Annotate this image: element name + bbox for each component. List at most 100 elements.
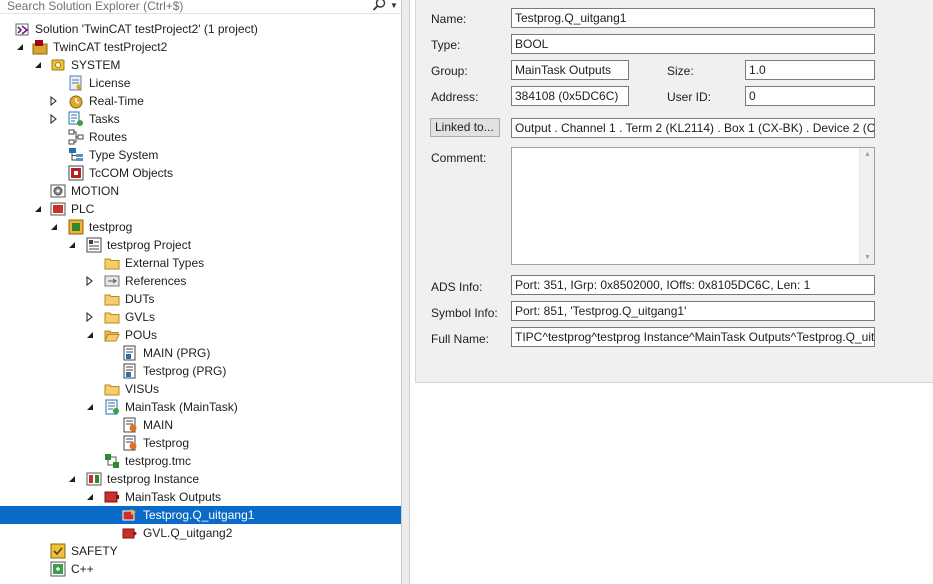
user-id-field[interactable]: 0	[745, 86, 875, 106]
tree-item-label: TwinCAT testProject2	[53, 40, 168, 54]
tree-item-testprog[interactable]: testprog	[0, 218, 401, 236]
tree-item-task-main[interactable]: MAIN	[0, 416, 401, 434]
linked-to-field[interactable]: Output . Channel 1 . Term 2 (KL2114) . B…	[511, 118, 875, 138]
type-system-icon	[69, 148, 83, 161]
ads-info-label: ADS Info:	[431, 280, 483, 294]
tree-item-maintask[interactable]: MainTask (MainTask)	[0, 398, 401, 416]
comment-scrollbar[interactable]: ▲ ▼	[859, 148, 874, 264]
scroll-up-icon[interactable]: ▲	[864, 151, 871, 158]
tree-item-label: C++	[71, 562, 94, 576]
tree-item-task-testprog[interactable]: Testprog	[0, 434, 401, 452]
tmc-icon	[105, 454, 119, 468]
tree-item-duts[interactable]: DUTs	[0, 290, 401, 308]
twincat-project-icon	[32, 40, 48, 55]
scroll-down-icon[interactable]: ▼	[864, 254, 871, 261]
tree-item-visus[interactable]: VISUs	[0, 380, 401, 398]
group-field[interactable]: MainTask Outputs	[511, 60, 629, 80]
address-label: Address:	[431, 90, 479, 104]
search-options-dropdown-icon[interactable]: ▼	[390, 1, 398, 10]
symbol-info-label: Symbol Info:	[431, 306, 498, 320]
tree-item-license[interactable]: License	[0, 74, 401, 92]
tree-item-motion[interactable]: MOTION	[0, 182, 401, 200]
tree-item-references[interactable]: References	[0, 272, 401, 290]
tree-item-type-system[interactable]: Type System	[0, 146, 401, 164]
tree-item-realtime[interactable]: Real-Time	[0, 92, 401, 110]
output-variable-icon	[122, 528, 137, 539]
tree-item-gvls[interactable]: GVLs	[0, 308, 401, 326]
tree-item-label: MainTask Outputs	[125, 490, 222, 504]
expanded-arrow-icon[interactable]	[49, 222, 59, 232]
expanded-arrow-icon[interactable]	[33, 60, 43, 70]
tree-item-system[interactable]: SYSTEM	[0, 56, 401, 74]
tree-item-safety[interactable]: SAFETY	[0, 542, 401, 560]
symbol-info-field[interactable]: Port: 851, 'Testprog.Q_uitgang1'	[511, 301, 875, 321]
ads-info-field[interactable]: Port: 351, IGrp: 0x8502000, IOffs: 0x810…	[511, 275, 875, 295]
tree-item-testprog-instance[interactable]: testprog Instance	[0, 470, 401, 488]
plc-project-icon	[68, 219, 84, 235]
address-field[interactable]: 384108 (0x5DC6C)	[511, 86, 629, 106]
tree-item-label: GVL.Q_uitgang2	[143, 526, 233, 540]
tree-item-tccom-objects[interactable]: TcCOM Objects	[0, 164, 401, 182]
expanded-arrow-icon[interactable]	[67, 240, 77, 250]
tree-item-routes[interactable]: Routes	[0, 128, 401, 146]
tree-item-twincat-project[interactable]: TwinCAT testProject2	[0, 38, 401, 56]
size-field[interactable]: 1.0	[745, 60, 875, 80]
tree-item-label: MainTask (MainTask)	[125, 400, 238, 414]
tree-item-label: Solution 'TwinCAT testProject2' (1 proje…	[35, 22, 258, 36]
tree-item-label: TcCOM Objects	[89, 166, 174, 180]
tree-item-testprog-project[interactable]: testprog Project	[0, 236, 401, 254]
name-field[interactable]: Testprog.Q_uitgang1	[511, 8, 875, 28]
tree-item-tmc[interactable]: testprog.tmc	[0, 452, 401, 470]
collapsed-arrow-icon[interactable]	[85, 276, 95, 286]
size-label: Size:	[667, 64, 694, 78]
expanded-arrow-icon[interactable]	[85, 402, 95, 412]
solution-icon	[15, 23, 29, 36]
tree-item-cpp[interactable]: C++	[0, 560, 401, 578]
expanded-arrow-icon[interactable]	[15, 42, 25, 52]
tree-item-label: Testprog (PRG)	[143, 364, 227, 378]
motion-icon	[50, 184, 66, 198]
tree-item-label: VISUs	[125, 382, 160, 396]
routes-icon	[68, 129, 84, 145]
tree-item-q-uitgang1[interactable]: Testprog.Q_uitgang1	[0, 506, 401, 524]
tree-item-label: testprog Instance	[107, 472, 200, 486]
solution-explorer: Search Solution Explorer (Ctrl+$) ▼ Solu…	[0, 0, 402, 584]
linked-to-button[interactable]: Linked to...	[430, 118, 500, 137]
collapsed-arrow-icon[interactable]	[85, 312, 95, 322]
tasks-icon	[68, 111, 83, 126]
expanded-arrow-icon[interactable]	[85, 330, 95, 340]
output-variable-linked-icon	[122, 509, 136, 521]
search-bar[interactable]: Search Solution Explorer (Ctrl+$) ▼	[0, 0, 401, 14]
expanded-arrow-icon[interactable]	[33, 204, 43, 214]
tree-item-label: testprog Project	[107, 238, 192, 252]
folder-icon	[104, 294, 120, 306]
variable-properties-panel: Name: Testprog.Q_uitgang1 Type: BOOL Gro…	[415, 0, 933, 383]
type-field[interactable]: BOOL	[511, 34, 875, 54]
search-placeholder[interactable]: Search Solution Explorer (Ctrl+$)	[7, 0, 183, 13]
tree-item-pous[interactable]: POUs	[0, 326, 401, 344]
tree-item-external-types[interactable]: External Types	[0, 254, 401, 272]
tree-item-main-prg[interactable]: MAIN (PRG)	[0, 344, 401, 362]
comment-textarea[interactable]: ▲ ▼	[511, 147, 875, 265]
tree-item-label: MOTION	[71, 184, 119, 198]
splitter[interactable]	[402, 0, 410, 584]
user-id-label: User ID:	[667, 90, 712, 104]
tree-item-q-uitgang2[interactable]: GVL.Q_uitgang2	[0, 524, 401, 542]
tree-item-label: testprog.tmc	[125, 454, 192, 468]
tree-item-label: GVLs	[125, 310, 156, 324]
program-icon	[123, 345, 136, 361]
tree-item-testprog-prg[interactable]: Testprog (PRG)	[0, 362, 401, 380]
tree-item-solution[interactable]: Solution 'TwinCAT testProject2' (1 proje…	[0, 20, 401, 38]
full-name-field[interactable]: TIPC^testprog^testprog Instance^MainTask…	[511, 327, 875, 347]
tree-item-label: Type System	[89, 148, 159, 162]
expanded-arrow-icon[interactable]	[67, 474, 77, 484]
tree-item-maintask-outputs[interactable]: MainTask Outputs	[0, 488, 401, 506]
collapsed-arrow-icon[interactable]	[49, 96, 59, 106]
tree-item-label: MAIN (PRG)	[143, 346, 211, 360]
tree-item-label: PLC	[71, 202, 95, 216]
expanded-arrow-icon[interactable]	[85, 492, 95, 502]
tree-item-tasks[interactable]: Tasks	[0, 110, 401, 128]
collapsed-arrow-icon[interactable]	[49, 114, 59, 124]
search-icon[interactable]	[371, 0, 387, 13]
tree-item-plc[interactable]: PLC	[0, 200, 401, 218]
